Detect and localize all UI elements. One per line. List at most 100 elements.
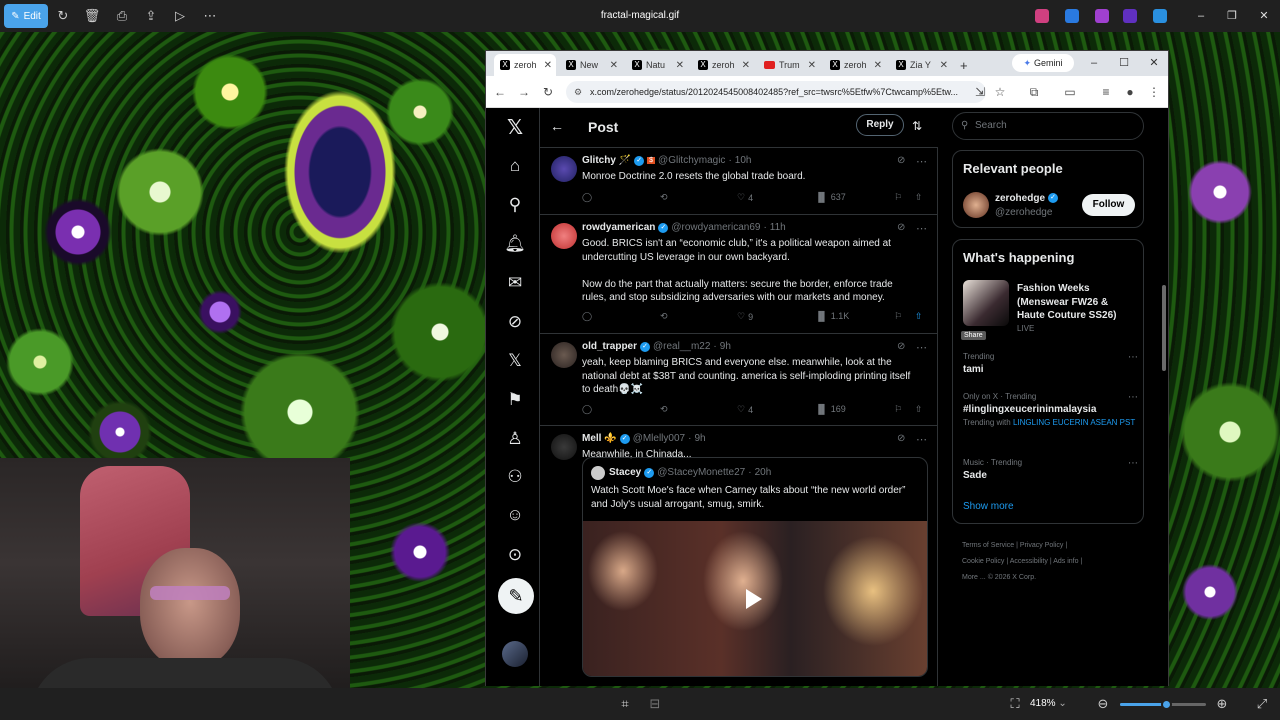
author-name[interactable]: rowdyamerican [582, 222, 655, 233]
author-name[interactable]: Glitchy 🪄 [582, 155, 631, 166]
tweet[interactable]: Mell ⚜️ ✓ @Mlelly007 · 9h ⊘ ⋯ Meanwhile, in … [540, 426, 938, 686]
new-tab-button[interactable]: + [954, 54, 970, 76]
back-arrow-icon[interactable]: ← [550, 118, 566, 134]
close-tab-icon[interactable]: ✕ [544, 60, 552, 71]
compare-icon[interactable]: ⊟ [647, 696, 663, 712]
author-handle[interactable]: @rowdyamerican69 [671, 222, 760, 233]
repost-icon[interactable]: ⟲ [660, 192, 668, 203]
grok-icon[interactable]: ⊘ [897, 341, 905, 352]
messages-icon[interactable]: ✉ [500, 268, 530, 298]
more-icon[interactable]: ⋯ [916, 222, 927, 235]
minimize-icon[interactable]: – [1086, 55, 1102, 71]
tweet[interactable]: old_trapper ✓ @real__m22 · 9h ⊘ ⋯ yeah, keep… [540, 334, 938, 426]
close-tab-icon[interactable]: ✕ [676, 60, 684, 71]
more-icon[interactable]: ⋯ [202, 8, 218, 24]
avatar[interactable] [551, 434, 577, 460]
site-info-icon[interactable]: ⚙ [574, 81, 582, 103]
tab-zerohedge[interactable]: Xzeroh ✕ [692, 54, 754, 76]
app-tray-icon[interactable] [1123, 9, 1137, 23]
menu-icon[interactable]: ⋮ [1146, 84, 1162, 100]
footer-link[interactable]: Cookie Policy [962, 558, 1004, 565]
media-icon[interactable]: ≡ [1098, 84, 1114, 100]
zoom-in-icon[interactable]: ⊕ [1214, 696, 1230, 712]
author-handle[interactable]: @real__m22 [653, 341, 710, 352]
reply-icon[interactable]: ◯ [582, 311, 592, 322]
app-tray-icon[interactable] [1153, 9, 1167, 23]
close-tab-icon[interactable]: ✕ [742, 60, 750, 71]
timestamp[interactable]: 9h [694, 433, 705, 444]
repost-icon[interactable]: ⟲ [660, 311, 668, 322]
crop-icon[interactable]: ⌗ [617, 696, 633, 712]
zoom-slider[interactable] [1120, 699, 1206, 710]
quoted-tweet[interactable]: Stacey ✓ @StaceyMonette27 · 20h Watch Scott … [582, 457, 928, 677]
restore-icon[interactable]: ❐ [1224, 8, 1240, 24]
timestamp[interactable]: 9h [720, 341, 731, 352]
timestamp[interactable]: 10h [735, 155, 752, 166]
close-tab-icon[interactable]: ✕ [874, 60, 882, 71]
close-icon[interactable]: ✕ [1256, 8, 1272, 24]
footer-link[interactable]: Ads info [1053, 558, 1078, 565]
app-tray-icon[interactable] [1065, 9, 1079, 23]
footer-link[interactable]: Accessibility [1010, 558, 1048, 565]
avatar[interactable] [963, 192, 989, 218]
grok-icon[interactable]: ⊘ [897, 222, 905, 233]
avatar[interactable] [551, 342, 577, 368]
maximize-icon[interactable]: ☐ [1116, 55, 1132, 71]
more-icon[interactable]: ⋯ [916, 341, 927, 354]
x-premium-icon[interactable]: 𝕏 [500, 346, 530, 376]
more-icon[interactable]: ⋯ [1128, 352, 1138, 363]
grok-icon[interactable]: ⊘ [500, 307, 530, 337]
trend-link[interactable]: LINGLING EUCERIN ASEAN PST [1013, 418, 1135, 427]
back-icon[interactable]: ← [492, 84, 508, 100]
close-icon[interactable]: ✕ [1146, 55, 1162, 71]
profile-icon[interactable]: ● [1122, 84, 1138, 100]
slideshow-icon[interactable]: ▷ [172, 8, 188, 24]
search-icon[interactable]: ⚲ [500, 190, 530, 220]
more-icon[interactable]: ⋯ [1128, 458, 1138, 469]
footer-link[interactable]: Terms of Service [962, 542, 1014, 549]
play-icon[interactable] [746, 589, 762, 609]
close-tab-icon[interactable]: ✕ [610, 60, 618, 71]
share-icon[interactable]: ⇧ [915, 404, 923, 415]
author-handle[interactable]: @Glitchymagic [658, 155, 725, 166]
compose-post-button[interactable]: ✎ [498, 578, 534, 614]
reply-icon[interactable]: ◯ [582, 404, 592, 415]
delete-icon[interactable]: 🗑 [84, 8, 101, 24]
video-player[interactable] [583, 521, 927, 676]
more-icon[interactable]: ⋯ [916, 433, 927, 446]
event-thumbnail[interactable] [963, 280, 1009, 326]
follow-button[interactable]: Follow [1082, 194, 1135, 216]
more-icon[interactable]: ⋯ [916, 155, 927, 168]
scrollbar[interactable] [1160, 165, 1168, 686]
trend-item[interactable]: Trending tami ⋯ [963, 352, 1138, 375]
reload-icon[interactable]: ↻ [540, 84, 556, 100]
filter-icon[interactable]: ⇅ [912, 119, 922, 133]
bookmarks-icon[interactable]: ⚑ [500, 385, 530, 415]
communities-icon[interactable]: ⚇ [500, 462, 530, 492]
grok-icon[interactable]: ⊘ [897, 155, 905, 166]
notifications-icon[interactable]: 🔔︎ [500, 229, 530, 259]
gemini-button[interactable]: ✦ Gemini [1012, 54, 1074, 72]
timestamp[interactable]: 11h [770, 222, 786, 233]
minimize-icon[interactable]: – [1193, 8, 1209, 24]
tab-natu[interactable]: X Natu ✕ [626, 54, 688, 76]
print-icon[interactable]: ⎙ [114, 8, 130, 24]
zoom-out-icon[interactable]: ⊖ [1095, 696, 1111, 712]
bookmark-icon[interactable]: ⚐ [894, 192, 902, 203]
views-count[interactable]: ▐▌ 169 [815, 404, 846, 414]
grok-icon[interactable]: ⊘ [897, 433, 905, 444]
install-icon[interactable]: ⇲ [972, 84, 988, 100]
repost-icon[interactable]: ⟲ [660, 404, 668, 415]
zoom-level[interactable]: 418% [1030, 698, 1056, 709]
event-title[interactable]: Fashion Weeks (Menswear FW26 & Haute Cou… [1017, 282, 1137, 323]
jobs-icon[interactable]: ♙ [500, 424, 530, 454]
profile-icon[interactable]: ☺ [500, 500, 530, 530]
views-count[interactable]: ▐▌ 1.1K [815, 311, 849, 321]
author-handle[interactable]: @Mlelly007 [633, 433, 685, 444]
trend-item[interactable]: Music · Trending Sade ⋯ [963, 458, 1138, 481]
x-logo-icon[interactable]: 𝕏 [500, 112, 530, 142]
show-more-link[interactable]: Show more [963, 501, 1014, 512]
like-button[interactable]: ♡ 9 [737, 311, 753, 322]
author-handle[interactable]: @zerohedge [995, 207, 1052, 218]
close-tab-icon[interactable]: ✕ [940, 60, 948, 71]
